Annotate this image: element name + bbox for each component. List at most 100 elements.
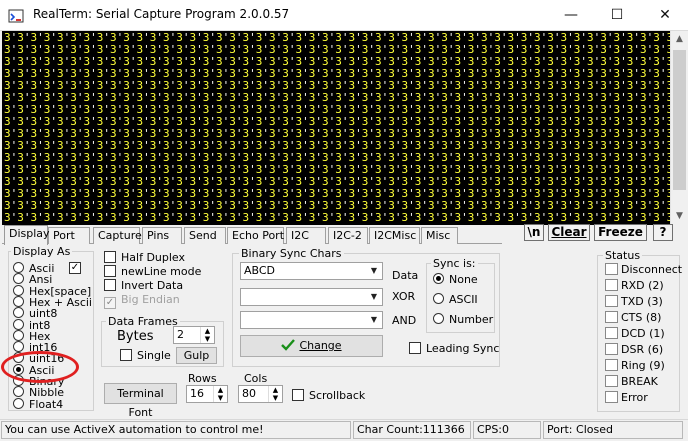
status-label: Status [603,249,643,262]
display-as-radio[interactable] [13,273,24,285]
invert-data-checkbox[interactable] [104,279,116,291]
display-as-radio[interactable] [13,386,24,398]
status-led [605,375,618,387]
maximize-button[interactable]: ☐ [594,0,640,31]
status-indicator-label: Disconnect [621,263,683,276]
display-as-radio[interactable] [13,262,24,273]
app-icon [8,9,24,23]
status-indicator-label: DCD (1) [621,327,665,340]
minimize-button[interactable]: — [548,0,594,31]
status-indicator-label: CTS (8) [621,311,662,324]
sync-is-option-label: Number [449,313,494,326]
scrollback-checkbox[interactable] [292,389,304,401]
display-as-option[interactable]: Hex + Ascii [13,295,92,308]
and-label: AND [392,314,417,327]
half-duplex-option[interactable]: Half Duplex [104,251,185,264]
status-indicator: DCD (1) [605,327,675,340]
clear-button[interactable]: Clear [548,224,590,241]
display-as-radio[interactable] [13,307,24,319]
display-as-option[interactable]: Float4 [13,397,63,410]
sync-is-option[interactable]: ASCII [433,293,478,306]
binary-sync-label: Binary Sync Chars [239,247,344,260]
tab-misc[interactable]: Misc [421,227,458,244]
display-as-radio[interactable] [13,318,24,330]
and-combo[interactable]: ▼ [240,311,383,329]
cps-readout: CPS:0 [473,421,541,439]
data-frames-label: Data Frames [106,315,180,328]
display-as-option[interactable]: Ansi [13,273,52,285]
display-as-label: Display As [11,245,73,258]
spinner-arrows-icon[interactable]: ▲ ▼ [268,386,282,402]
tab-port[interactable]: Port [48,227,90,244]
terminal-font-button[interactable]: Terminal Font [104,383,177,419]
display-as-radio[interactable] [13,329,24,341]
display-as-option[interactable]: Hex [13,329,50,342]
status-indicator: CTS (8) [605,311,675,324]
dropdown-arrow-icon[interactable]: ▼ [367,313,381,327]
rows-spinner[interactable]: 16 ▲ ▼ [186,385,228,403]
title-bar[interactable]: RealTerm: Serial Capture Program 2.0.0.5… [0,0,688,31]
change-button[interactable]: Change [240,335,383,357]
tab-pins[interactable]: Pins [142,227,182,244]
display-as-option[interactable]: int8 [13,318,50,331]
status-led [605,359,618,371]
leading-sync-option[interactable]: Leading Sync [409,342,499,355]
terminal-display[interactable]: 3'3'3'3'3'3'3'3'3'3'3'3'3'3'3'3'3'3'3'3'… [2,31,670,225]
dropdown-arrow-icon[interactable]: ▼ [367,290,381,304]
spinner-arrows-icon[interactable]: ▲ ▼ [200,327,214,343]
tab-i2cmisc[interactable]: I2CMisc [369,227,420,244]
display-as-option[interactable]: Ascii [13,262,54,274]
tab-i2c-2[interactable]: I2C-2 [328,227,368,244]
single-option[interactable]: Single [120,349,171,362]
help-button[interactable]: ? [653,224,673,241]
display-as-radio[interactable] [13,295,24,307]
status-led [605,295,618,307]
invert-data-option[interactable]: Invert Data [104,279,183,292]
status-indicator-label: Error [621,391,648,404]
single-checkbox[interactable] [120,349,132,361]
sync-is-option[interactable]: Number [433,313,493,326]
tab-send[interactable]: Send [184,227,226,244]
cols-spinner[interactable]: 80 ▲ ▼ [238,385,283,403]
leading-sync-checkbox[interactable] [409,342,421,354]
sync-is-option[interactable]: None [433,273,478,286]
display-as-checkbox[interactable]: ✓ [69,262,81,274]
xor-combo[interactable]: ▼ [240,288,383,306]
dropdown-arrow-icon[interactable]: ▼ [367,264,381,278]
sync-is-radio[interactable] [433,313,444,324]
tab-display[interactable]: Display [4,225,50,245]
spinner-arrows-icon[interactable]: ▲ ▼ [213,386,227,402]
sync-is-radio[interactable] [433,293,444,304]
scroll-down-icon[interactable]: ▼ [671,208,688,225]
close-button[interactable]: ✕ [642,0,688,31]
bytes-spinner[interactable]: 2 ▲ ▼ [173,326,215,344]
display-as-option[interactable]: Nibble [13,386,64,398]
display-as-option[interactable]: Hex[space] [13,284,91,297]
status-indicator: BREAK [605,375,675,388]
scrollback-option[interactable]: Scrollback [292,389,365,402]
sync-is-option-label: None [449,273,478,286]
tab-i2c[interactable]: I2C [286,227,326,244]
cols-label: Cols [244,372,268,385]
scrollbar-thumb[interactable] [673,50,686,190]
newline-mode-option[interactable]: newLine mode [104,265,201,278]
newline-button[interactable]: \n [524,224,544,241]
gulp-button[interactable]: Gulp [176,347,217,364]
tab-capture[interactable]: Capture [93,227,142,244]
xor-label: XOR [392,290,416,303]
terminal-scrollbar[interactable]: ▲ ▼ [670,31,688,225]
tab-echo-port[interactable]: Echo Port [227,227,284,244]
status-led [605,263,618,275]
newline-mode-checkbox[interactable] [104,265,116,277]
status-led [605,327,618,339]
display-as-radio[interactable] [13,284,24,296]
sync-is-radio[interactable] [433,273,444,284]
sync-chars-combo[interactable]: ABCD ▼ [240,262,383,280]
status-indicator-label: RXD (2) [621,279,664,292]
freeze-button[interactable]: Freeze [594,224,647,241]
display-as-radio[interactable] [13,341,24,353]
display-as-option[interactable]: uint8 [13,307,57,319]
scroll-up-icon[interactable]: ▲ [671,31,688,48]
half-duplex-checkbox[interactable] [104,251,116,263]
display-as-radio[interactable] [13,397,24,409]
